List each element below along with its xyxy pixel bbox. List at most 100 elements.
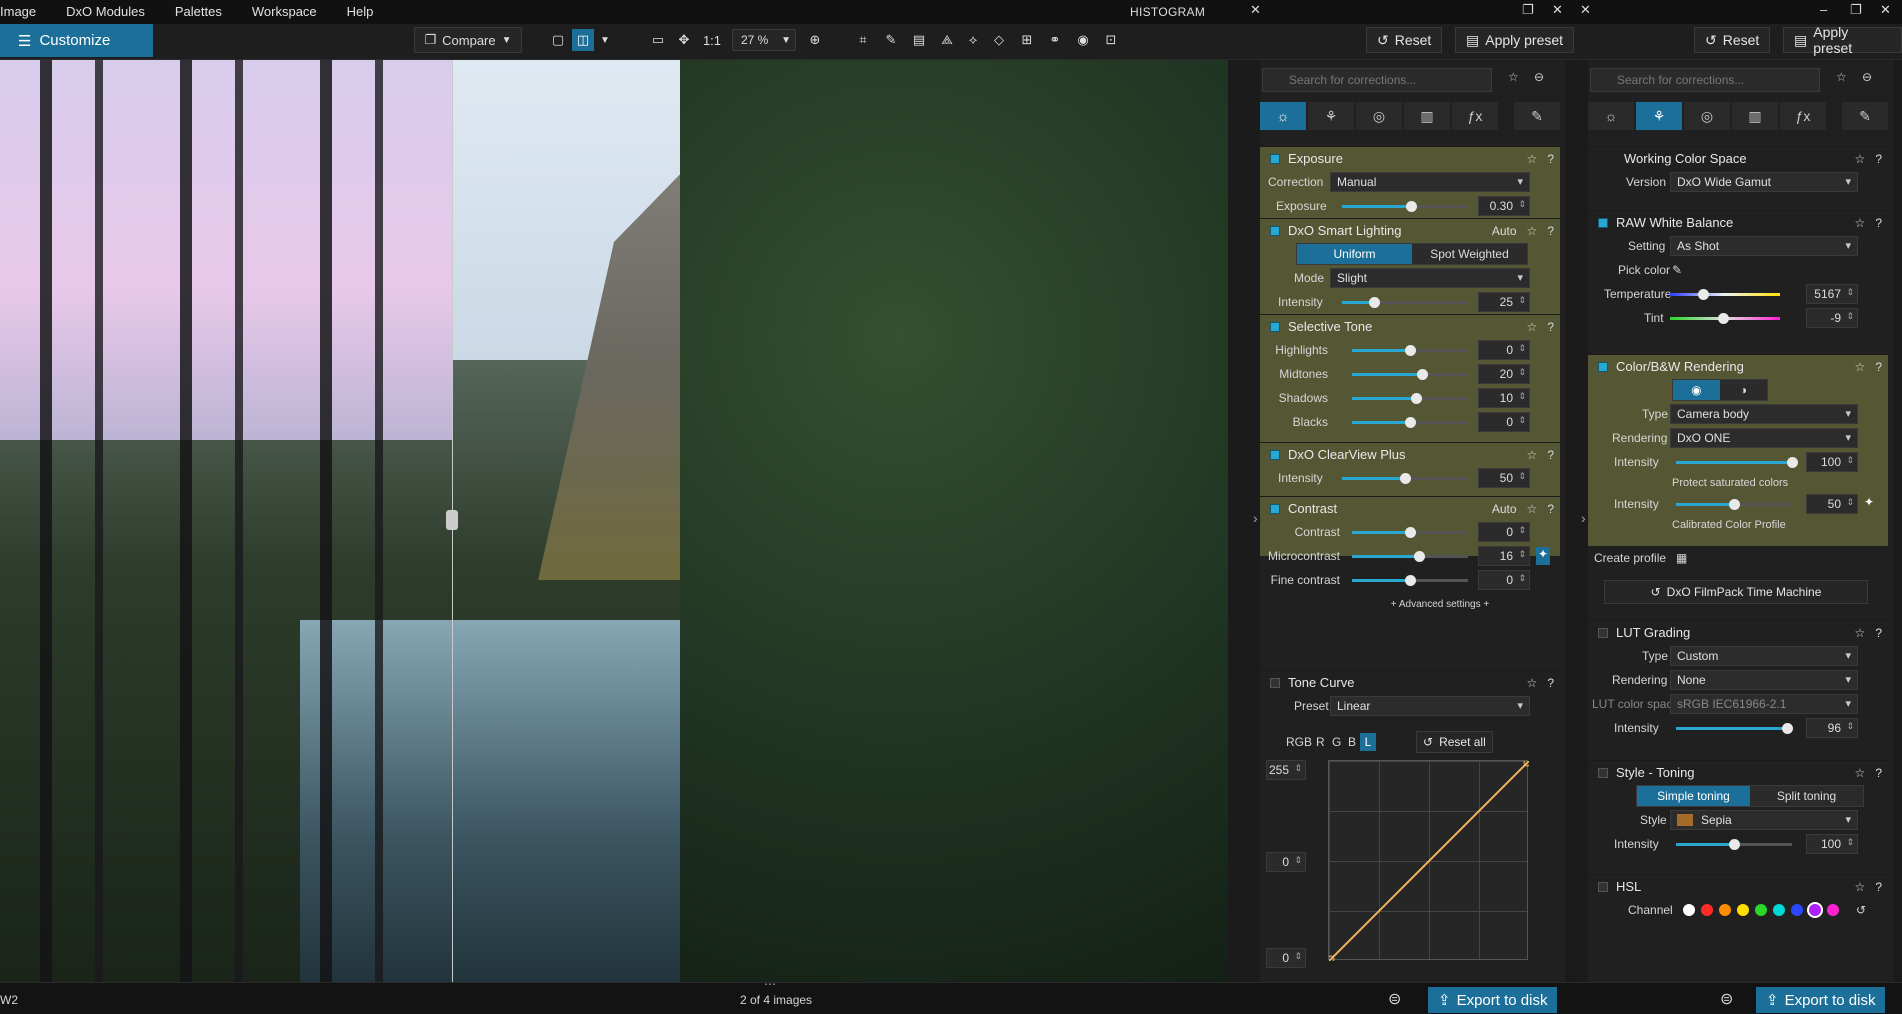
tone-curve-graph[interactable] <box>1327 759 1531 963</box>
clearview-header[interactable]: DxO ClearView Plus ☆? <box>1260 442 1560 466</box>
panel-scrollbar[interactable] <box>1565 60 1573 982</box>
repair-icon[interactable]: ⚭ <box>1044 30 1066 50</box>
profile-icon[interactable]: ▦ <box>1676 551 1687 565</box>
tab-light[interactable]: ☼ <box>1588 102 1634 130</box>
contrast-value[interactable]: 0 <box>1478 522 1530 542</box>
auto-button[interactable]: Auto <box>1492 502 1517 516</box>
curve-output-value[interactable]: 0 <box>1266 948 1306 968</box>
help-icon[interactable]: ? <box>1547 320 1554 334</box>
microcontrast-slider[interactable] <box>1352 551 1468 562</box>
fine-contrast-value[interactable]: 0 <box>1478 570 1530 590</box>
highlights-slider[interactable] <box>1352 345 1468 356</box>
toning-intensity-slider[interactable] <box>1676 839 1792 850</box>
help-icon[interactable]: ? <box>1875 360 1882 374</box>
help-icon[interactable]: ? <box>1875 216 1882 230</box>
reset-icon[interactable]: ↺ <box>1856 903 1866 917</box>
tab-color[interactable]: ⚘ <box>1308 102 1354 130</box>
setting-dropdown[interactable]: As Shot <box>1670 236 1858 256</box>
move-icon[interactable]: ✥ <box>674 30 694 50</box>
hsl-header[interactable]: HSL ☆? <box>1588 874 1888 898</box>
hsl-channel-swatch[interactable] <box>1773 904 1785 916</box>
midtones-slider[interactable] <box>1352 369 1468 380</box>
color-rendering-icon[interactable]: ◉ <box>1673 380 1720 400</box>
lut-intensity-slider[interactable] <box>1676 723 1794 734</box>
close-icon[interactable]: ✕ <box>1880 2 1891 18</box>
split-view-icon[interactable]: ◫ <box>572 29 594 51</box>
reset-button[interactable]: ↺ Reset <box>1366 27 1443 53</box>
star-icon[interactable]: ☆ <box>1855 766 1866 780</box>
tab-detail[interactable]: ◎ <box>1356 102 1402 130</box>
panel-scrollbar[interactable] <box>1894 60 1902 982</box>
tab-local[interactable]: ✎ <box>1842 102 1888 130</box>
selective-tone-header[interactable]: Selective Tone ☆? <box>1260 314 1560 338</box>
tab-detail[interactable]: ◎ <box>1684 102 1730 130</box>
chevron-down-icon[interactable]: ▼ <box>598 30 612 50</box>
star-icon[interactable]: ☆ <box>1527 502 1538 516</box>
menu-palettes[interactable]: Palettes <box>160 0 237 24</box>
protect-intensity-value[interactable]: 50 <box>1806 494 1858 514</box>
menu-workspace[interactable]: Workspace <box>237 0 332 24</box>
horizon-icon[interactable]: ▤ <box>908 30 930 50</box>
star-icon[interactable]: ☆ <box>1855 216 1866 230</box>
lut-intensity-value[interactable]: 96 <box>1806 718 1858 738</box>
compare-button[interactable]: ❐ Compare ▼ <box>414 27 522 53</box>
fit-icon[interactable]: ▭ <box>648 30 668 50</box>
help-icon[interactable]: ? <box>1547 676 1554 690</box>
lut-rendering-dropdown[interactable]: None <box>1670 670 1858 690</box>
tint-value[interactable]: -9 <box>1806 308 1858 328</box>
shadows-slider[interactable] <box>1352 393 1468 404</box>
collapse-panel-icon[interactable]: › <box>1581 510 1586 526</box>
fine-contrast-slider[interactable] <box>1352 575 1468 586</box>
temperature-slider[interactable] <box>1670 289 1780 300</box>
overlay-icon[interactable]: ⊡ <box>1100 30 1122 50</box>
eye-icon[interactable]: ◉ <box>1072 30 1094 50</box>
lut-toggle[interactable] <box>1598 627 1608 638</box>
channel-rgb[interactable]: RGB <box>1286 735 1312 749</box>
star-icon[interactable]: ☆ <box>1508 70 1519 84</box>
temperature-value[interactable]: 5167 <box>1806 284 1858 304</box>
filmpack-time-machine-button[interactable]: ↺ DxO FilmPack Time Machine <box>1604 580 1868 604</box>
exposure-toggle[interactable] <box>1270 153 1280 164</box>
hsl-channel-swatch[interactable] <box>1755 904 1767 916</box>
color-bw-toggle[interactable] <box>1598 361 1608 372</box>
toning-header[interactable]: Style - Toning ☆? <box>1588 760 1888 784</box>
channel-g[interactable]: G <box>1332 735 1341 749</box>
star-icon[interactable]: ☆ <box>1836 70 1847 84</box>
zoom-in-icon[interactable]: ⊕ <box>804 30 826 50</box>
help-icon[interactable]: ? <box>1875 880 1882 894</box>
channel-r[interactable]: R <box>1316 735 1325 749</box>
local-adjust-icon[interactable]: ⟡ <box>962 30 984 50</box>
hsl-channel-swatch[interactable] <box>1683 904 1695 916</box>
auto-wand-icon[interactable]: ✦ <box>1864 495 1874 509</box>
search-input[interactable]: Search for corrections... <box>1590 68 1820 92</box>
grid-icon[interactable]: ⊞ <box>1016 30 1038 50</box>
close-icon[interactable]: ✕ <box>1250 2 1261 18</box>
help-icon[interactable]: ? <box>1547 448 1554 462</box>
uniform-button[interactable]: Uniform <box>1297 244 1412 264</box>
apply-preset-button[interactable]: ▤ Apply preset <box>1783 24 1902 56</box>
color-bw-header[interactable]: Color/B&W Rendering ☆? <box>1588 354 1888 378</box>
minimize-icon[interactable]: – <box>1820 2 1827 17</box>
star-icon[interactable]: ☆ <box>1855 152 1866 166</box>
contrast-toggle[interactable] <box>1270 503 1280 514</box>
lut-type-dropdown[interactable]: Custom <box>1670 646 1858 666</box>
menu-help[interactable]: Help <box>332 0 389 24</box>
hsl-channel-swatch[interactable] <box>1791 904 1803 916</box>
volume-deform-icon[interactable]: ◇ <box>988 30 1010 50</box>
zoom-dropdown[interactable]: 27 % ▼ <box>732 29 796 51</box>
curve-input-value[interactable]: 0 <box>1266 852 1306 872</box>
selective-tone-toggle[interactable] <box>1270 321 1280 332</box>
tab-geometry[interactable]: ▥ <box>1732 102 1778 130</box>
mode-dropdown[interactable]: Slight <box>1330 268 1530 288</box>
star-icon[interactable]: ☆ <box>1855 880 1866 894</box>
blacks-value[interactable]: 0 <box>1478 412 1530 432</box>
rendering-intensity-slider[interactable] <box>1676 457 1798 468</box>
microcontrast-value[interactable]: 16 <box>1478 546 1530 566</box>
toning-intensity-value[interactable]: 100 <box>1806 834 1858 854</box>
export-to-disk-button[interactable]: ⇪ Export to disk <box>1756 987 1886 1013</box>
star-icon[interactable]: ☆ <box>1527 320 1538 334</box>
contrast-header[interactable]: Contrast Auto ☆? <box>1260 496 1560 520</box>
hsl-channel-swatch[interactable] <box>1701 904 1713 916</box>
clearview-value[interactable]: 50 <box>1478 468 1530 488</box>
help-icon[interactable]: ? <box>1547 224 1554 238</box>
